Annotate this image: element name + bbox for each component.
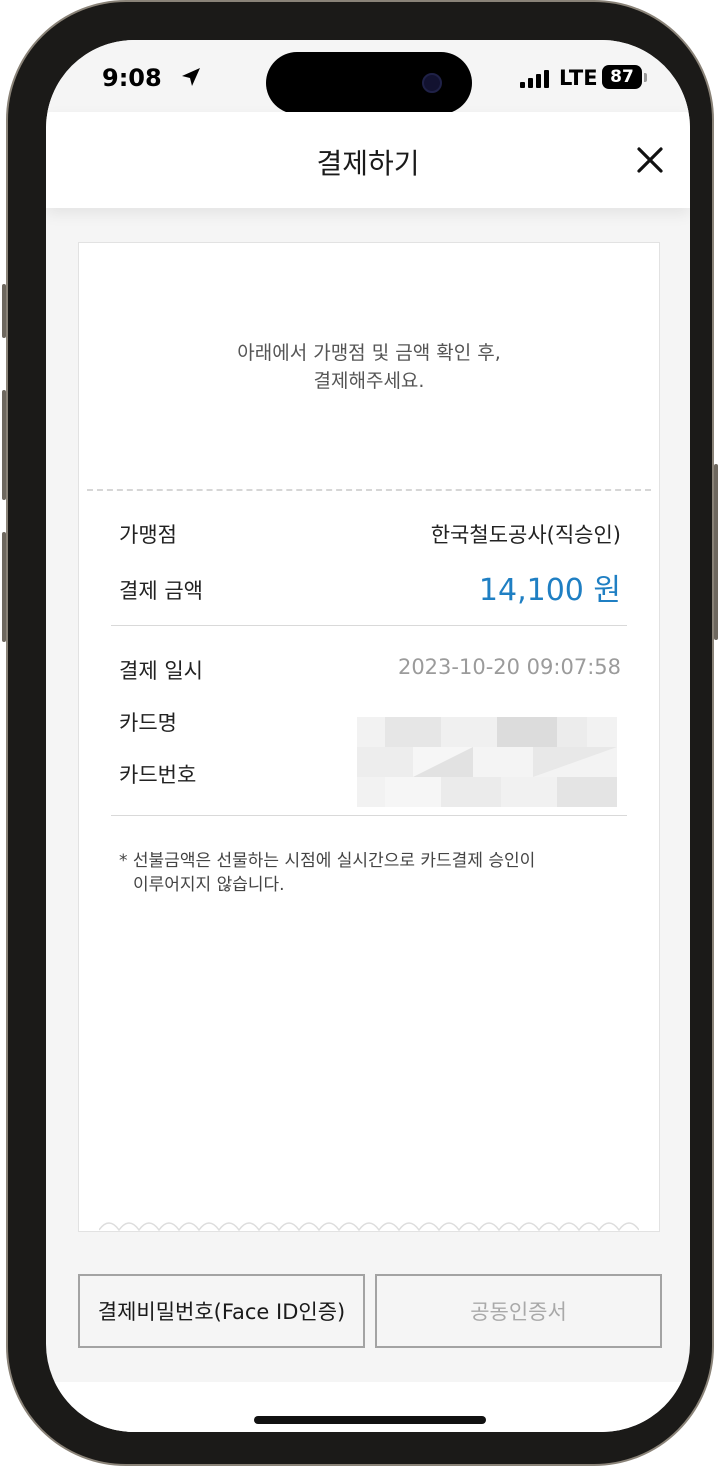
note-line-2: 이루어지지 않습니다. xyxy=(133,875,285,895)
section-divider-2 xyxy=(111,815,627,816)
card-number-label: 카드번호 xyxy=(119,763,197,787)
volume-up-button xyxy=(2,390,6,500)
location-arrow-icon xyxy=(182,68,200,86)
dynamic-island xyxy=(266,52,472,114)
payment-receipt: 아래에서 가맹점 및 금액 확인 후, 결제해주세요. 가맹점 한국철도공사(직… xyxy=(78,242,660,1232)
amount-label: 결제 금액 xyxy=(119,579,203,603)
intro-line-2: 결제해주세요. xyxy=(313,370,425,392)
screen: 9:08 LTE 87 결제하기 아래에서 가맹점 및 금액 확인 후, 결제해… xyxy=(46,40,690,1432)
merchant-value: 한국철도공사(직승인) xyxy=(430,523,621,547)
cellular-signal-icon xyxy=(520,70,554,88)
bottom-safe-area xyxy=(46,1382,690,1432)
battery-icon: 87 xyxy=(602,65,642,89)
certificate-button[interactable]: 공동인증서 xyxy=(375,1274,662,1348)
section-divider xyxy=(111,625,627,626)
dashed-divider xyxy=(87,489,651,491)
datetime-row: 결제 일시 2023-10-20 09:07:58 xyxy=(119,649,621,689)
status-time: 9:08 xyxy=(102,64,162,92)
face-id-password-button[interactable]: 결제비밀번호(Face ID인증) xyxy=(78,1274,365,1348)
close-icon[interactable] xyxy=(632,142,668,178)
receipt-scalloped-edge xyxy=(99,1222,639,1232)
page-header: 결제하기 xyxy=(46,112,690,208)
amount-row: 결제 금액 14,100 원 xyxy=(119,565,621,613)
status-bar: 9:08 LTE 87 xyxy=(46,40,690,114)
datetime-value: 2023-10-20 09:07:58 xyxy=(397,655,621,679)
note-line-1: * 선불금액은 선물하는 시점에 실시간으로 카드결제 승인이 xyxy=(119,851,536,871)
amount-value: 14,100 원 xyxy=(478,573,621,608)
camera-icon xyxy=(422,73,442,93)
action-buttons: 결제비밀번호(Face ID인증) 공동인증서 xyxy=(78,1274,662,1348)
merchant-label: 가맹점 xyxy=(119,523,177,547)
redacted-card-info xyxy=(357,717,617,807)
phone-frame: 9:08 LTE 87 결제하기 아래에서 가맹점 및 금액 확인 후, 결제해… xyxy=(2,0,718,1466)
datetime-label: 결제 일시 xyxy=(119,659,203,683)
home-indicator[interactable] xyxy=(254,1416,486,1424)
page-title: 결제하기 xyxy=(316,147,420,180)
network-type: LTE xyxy=(559,66,598,90)
prepaid-note: * 선불금액은 선물하는 시점에 실시간으로 카드결제 승인이 이루어지지 않습… xyxy=(119,849,599,897)
power-button xyxy=(714,464,718,640)
battery-nub xyxy=(644,73,647,82)
action-button xyxy=(2,284,6,338)
card-name-label: 카드명 xyxy=(119,711,177,735)
volume-down-button xyxy=(2,532,6,642)
receipt-intro: 아래에서 가맹점 및 금액 확인 후, 결제해주세요. xyxy=(79,339,659,395)
intro-line-1: 아래에서 가맹점 및 금액 확인 후, xyxy=(237,342,501,364)
merchant-row: 가맹점 한국철도공사(직승인) xyxy=(119,513,621,553)
